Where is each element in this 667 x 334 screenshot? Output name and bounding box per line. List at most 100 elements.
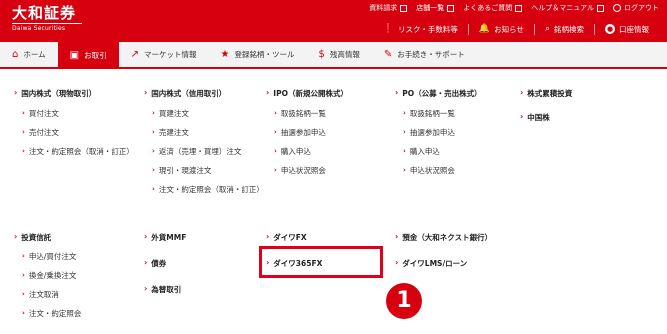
- menu-heading-chinese-stocks[interactable]: › 中国株: [520, 112, 660, 123]
- menu-col-deposit-loan: › 預金（大和ネクスト銀行） › ダイワLMS/ローン: [395, 232, 535, 269]
- item-label: 申込状況照会: [280, 166, 326, 175]
- link-help-manual[interactable]: ヘルプ＆マニュアル: [531, 3, 604, 13]
- utility-row-2: ❗ リスク・手数料等 🔔 お知らせ ⌕ 銘柄検索 ● 口座情報: [373, 21, 659, 37]
- menu-item-order-inquiry[interactable]: › 注文・約定照会（取消・訂正）: [22, 146, 134, 157]
- item-label: 換金/乗換注文: [28, 271, 77, 280]
- menu-item-ipo-purchase[interactable]: › 購入申込: [274, 146, 386, 157]
- heading-label: 株式累積投資: [527, 89, 573, 98]
- trading-icon: ▣: [69, 50, 80, 61]
- menu-heading-fx-trading[interactable]: › 為替取引: [144, 284, 254, 295]
- menu-col-investment-trust: › 投資信託 › 申込/買付注文 › 換金/乗換注文 › 注文取消 › 注文・約定照会: [14, 232, 132, 319]
- nav-trading[interactable]: ▣ お取引: [57, 42, 119, 69]
- utility-links: 資料請求 店舗一覧 よくあるご質問 ヘルプ＆マニュアル ログアウト: [360, 3, 659, 13]
- menu-item-margin-buy[interactable]: › 買建注文: [152, 108, 262, 119]
- item-label: 申込状況照会: [409, 166, 455, 175]
- chevron-right-icon: ›: [144, 88, 148, 97]
- menu-item-sell-order[interactable]: › 売付注文: [22, 127, 132, 138]
- item-label: 購入申込: [280, 147, 311, 156]
- logo-subtext: Daiwa Securities: [12, 25, 66, 32]
- header-bar: 大和証券 Daiwa Securities 資料請求 店舗一覧 よくあるご質問 …: [0, 0, 667, 42]
- menu-item-po-purchase[interactable]: › 購入申込: [403, 146, 515, 157]
- menu-item-ipo-list[interactable]: › 取扱銘柄一覧: [274, 108, 386, 119]
- link-notices[interactable]: 🔔 お知らせ: [467, 23, 534, 35]
- menu-heading-margin-stocks[interactable]: › 国内株式（信用取引）: [144, 88, 262, 99]
- link-account-info[interactable]: ● 口座情報: [594, 23, 659, 35]
- menu-item-fund-redeem[interactable]: › 換金/乗換注文: [22, 270, 132, 281]
- main-nav: ⌂ ホーム ▣ お取引 ↗ マーケット情報 ★ 登録銘柄・ツール $ 残高情報 ✎ お手続き…: [0, 42, 667, 69]
- item-label: 注文・約定照会（取消・訂正）: [158, 185, 264, 194]
- link-label: 銘柄検索: [554, 24, 584, 34]
- nav-market-info[interactable]: ↗ マーケット情報: [119, 42, 209, 67]
- menu-item-fund-buy[interactable]: › 申込/買付注文: [22, 251, 132, 262]
- nav-label: 登録銘柄・ツール: [234, 50, 295, 59]
- menu-heading-spot-stocks[interactable]: › 国内株式（現物取引）: [14, 88, 132, 99]
- chevron-right-icon: ›: [22, 271, 25, 279]
- heading-label: 預金（大和ネクスト銀行）: [402, 233, 493, 242]
- item-label: 抽選参加申込: [409, 128, 455, 137]
- chevron-right-icon: ›: [403, 109, 406, 117]
- logo-text: 大和証券: [12, 4, 77, 22]
- chevron-right-icon: ›: [144, 232, 148, 241]
- menu-item-repayment[interactable]: › 返済（売埋・買埋）注文: [152, 146, 262, 157]
- chevron-right-icon: ›: [152, 128, 155, 136]
- nav-home[interactable]: ⌂ ホーム: [0, 42, 58, 67]
- chevron-right-icon: ›: [520, 112, 524, 121]
- item-label: 現引・現渡注文: [158, 166, 212, 175]
- link-document-request[interactable]: 資料請求: [369, 3, 408, 13]
- link-branch-list[interactable]: 店舗一覧: [416, 3, 455, 13]
- menu-item-fund-inquiry[interactable]: › 注文・約定照会: [22, 308, 132, 319]
- menu-item-po-list[interactable]: › 取扱銘柄一覧: [403, 108, 515, 119]
- menu-heading-deposit[interactable]: › 預金（大和ネクスト銀行）: [395, 232, 535, 243]
- link-logout[interactable]: ログアウト: [613, 3, 659, 13]
- heading-label: 投資信託: [21, 233, 52, 242]
- menu-heading-cumulative-investment[interactable]: › 株式累積投資: [520, 88, 660, 99]
- chevron-right-icon: ›: [403, 128, 406, 136]
- link-label: 口座情報: [619, 24, 649, 34]
- chevron-right-icon: ›: [22, 128, 25, 136]
- heading-label: 為替取引: [151, 285, 182, 294]
- chevron-right-icon: ›: [274, 128, 277, 136]
- menu-col-fx-bonds: › 外貨MMF › 債券 › 為替取引: [144, 232, 254, 295]
- item-label: 取扱銘柄一覧: [280, 109, 326, 118]
- chevron-right-icon: ›: [14, 88, 18, 97]
- chevron-right-icon: ›: [22, 109, 25, 117]
- chevron-right-icon: ›: [144, 258, 148, 267]
- menu-heading-investment-trust[interactable]: › 投資信託: [14, 232, 132, 243]
- menu-heading-ipo[interactable]: › IPO（新規公開株式）: [266, 88, 386, 99]
- menu-item-po-status[interactable]: › 申込状況照会: [403, 165, 515, 176]
- heading-label: 国内株式（信用取引）: [151, 89, 227, 98]
- link-stock-search[interactable]: ⌕ 銘柄検索: [533, 23, 594, 35]
- menu-heading-bonds[interactable]: › 債券: [144, 258, 254, 269]
- menu-item-buy-order[interactable]: › 買付注文: [22, 108, 132, 119]
- external-link-icon: [400, 4, 408, 12]
- heading-label: 国内株式（現物取引）: [21, 89, 97, 98]
- menu-heading-lms-loan[interactable]: › ダイワLMS/ローン: [395, 258, 535, 269]
- chevron-right-icon: ›: [152, 185, 155, 193]
- link-risk-fees[interactable]: ❗ リスク・手数料等: [373, 24, 468, 35]
- menu-item-margin-sell[interactable]: › 売建注文: [152, 127, 262, 138]
- link-label: 店舗一覧: [416, 4, 445, 12]
- link-label: お知らせ: [494, 24, 524, 34]
- nav-label: お手続き・サポート: [397, 50, 465, 59]
- item-label: 売建注文: [158, 128, 189, 137]
- menu-item-fund-cancel[interactable]: › 注文取消: [22, 289, 132, 300]
- chevron-right-icon: ›: [22, 252, 25, 260]
- menu-heading-foreign-mmf[interactable]: › 外貨MMF: [144, 232, 254, 243]
- menu-item-ipo-status[interactable]: › 申込状況照会: [274, 165, 386, 176]
- chevron-right-icon: ›: [520, 88, 524, 97]
- daiwa-logo[interactable]: 大和証券 Daiwa Securities: [12, 4, 82, 33]
- chevron-right-icon: ›: [22, 147, 25, 155]
- menu-item-delivery[interactable]: › 現引・現渡注文: [152, 165, 262, 176]
- menu-heading-daiwa-fx[interactable]: › ダイワFX: [266, 232, 386, 243]
- menu-item-margin-inquiry[interactable]: › 注文・約定照会（取消・訂正）: [152, 184, 264, 195]
- nav-procedures-support[interactable]: ✎ お手続き・サポート: [372, 42, 477, 67]
- menu-col-other-stocks: › 株式累積投資 › 中国株: [520, 88, 660, 123]
- nav-registered-tools[interactable]: ★ 登録銘柄・ツール: [208, 42, 306, 67]
- link-faq[interactable]: よくあるご質問: [463, 3, 523, 13]
- chevron-right-icon: ›: [144, 284, 148, 293]
- menu-item-ipo-lottery[interactable]: › 抽選参加申込: [274, 127, 386, 138]
- nav-balance[interactable]: $ 残高情報: [306, 42, 371, 67]
- chevron-right-icon: ›: [395, 258, 399, 267]
- menu-heading-po[interactable]: › PO（公募・売出株式）: [395, 88, 515, 99]
- menu-item-po-lottery[interactable]: › 抽選参加申込: [403, 127, 515, 138]
